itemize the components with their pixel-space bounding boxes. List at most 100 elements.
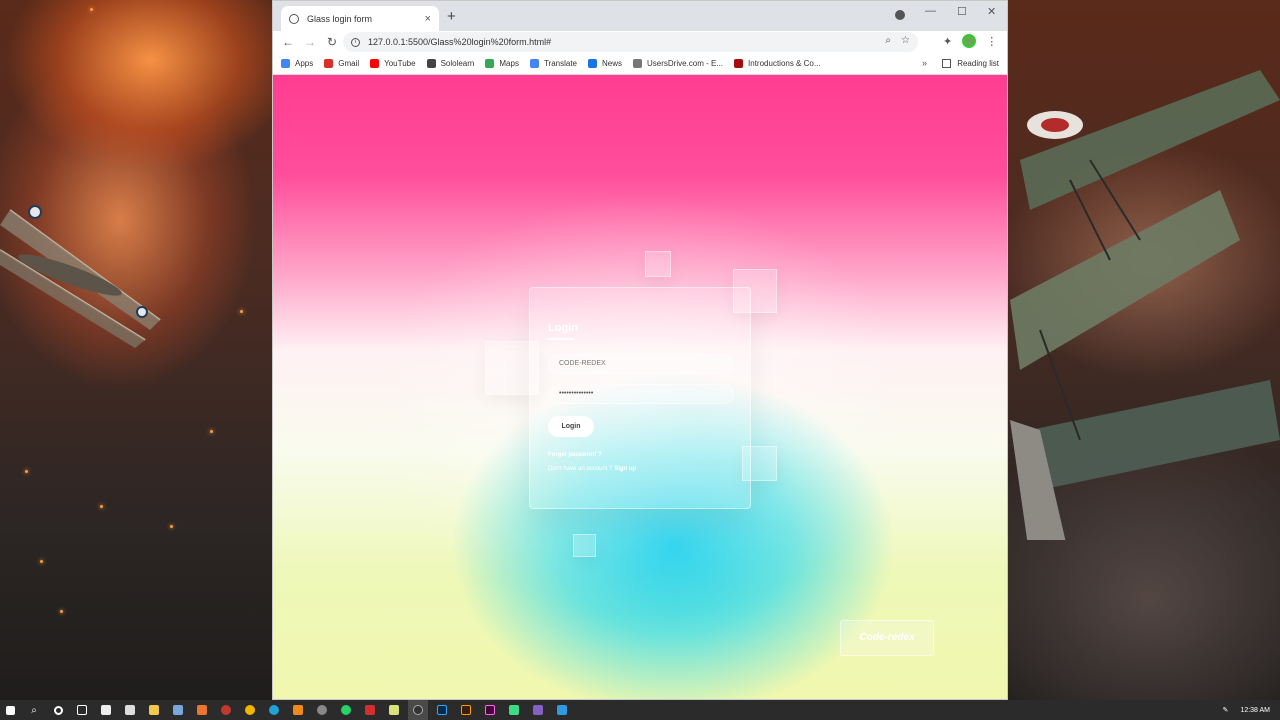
username-input[interactable]: CODE-REDEX: [548, 354, 734, 374]
bookmark-favicon-icon: [588, 59, 597, 68]
globe-icon: [289, 13, 299, 24]
bookmarks-overflow-icon[interactable]: »: [922, 58, 927, 68]
login-title: Login: [548, 322, 578, 334]
bookmark-favicon-icon: [370, 59, 380, 68]
notepad-icon[interactable]: [384, 700, 404, 720]
close-tab-icon[interactable]: ×: [425, 13, 431, 25]
menu-kebab-icon[interactable]: ⋮: [986, 35, 997, 48]
close-window-button[interactable]: ✕: [987, 5, 996, 18]
bookmark-item[interactable]: Gmail: [324, 59, 359, 68]
bookmark-label: News: [602, 59, 623, 68]
biplane-left-image: [0, 205, 161, 348]
bookmark-label: UsersDrive.com - E...: [647, 59, 724, 68]
password-input[interactable]: ••••••••••••••: [548, 384, 734, 404]
browser-window: Glass login form × + — ☐ ✕ ← → ↻ i 127.0…: [272, 0, 1008, 700]
vscode-icon[interactable]: [552, 700, 572, 720]
minimize-button[interactable]: —: [925, 5, 936, 17]
obs-icon[interactable]: [312, 700, 332, 720]
vlc-icon[interactable]: [288, 700, 308, 720]
tab-strip: Glass login form × + — ☐ ✕: [273, 1, 1007, 31]
bookmark-label: Introductions & Co...: [748, 59, 821, 68]
clock-time[interactable]: 12:38 AM: [1240, 707, 1270, 714]
reload-icon[interactable]: ↻: [321, 35, 343, 49]
bookmark-item[interactable]: Introductions & Co...: [734, 59, 821, 68]
cortana-icon[interactable]: [48, 700, 68, 720]
mail-icon[interactable]: [120, 700, 140, 720]
task-view-icon[interactable]: [72, 700, 92, 720]
new-tab-button[interactable]: +: [447, 8, 456, 25]
biplane-right-image: [1010, 70, 1280, 540]
tab-title: Glass login form: [307, 13, 373, 24]
bookmark-item[interactable]: UsersDrive.com - E...: [633, 59, 723, 68]
forward-arrow-icon[interactable]: →: [299, 35, 321, 49]
maximize-button[interactable]: ☐: [957, 5, 967, 18]
bookmark-favicon-icon: [633, 59, 643, 68]
title-underline: [548, 338, 574, 340]
store-icon[interactable]: [96, 700, 116, 720]
signup-prompt-text: Don't have an account ?: [548, 466, 613, 472]
windows-taskbar: ⌕ ✎ 12:38 AM: [0, 700, 1280, 720]
bookmark-label: Maps: [499, 59, 519, 68]
site-info-icon[interactable]: i: [351, 37, 360, 47]
bookmark-label: Apps: [295, 59, 314, 68]
forgot-password-link[interactable]: Forget password ?: [548, 452, 602, 458]
bookmark-item[interactable]: Translate: [529, 59, 577, 68]
brand-watermark: Code-redex: [840, 620, 934, 656]
signup-link[interactable]: Sign up: [614, 466, 636, 472]
login-card: Login CODE-REDEX •••••••••••••• Login Fo…: [529, 287, 751, 509]
ember-dot: [100, 505, 103, 508]
visual-studio-icon[interactable]: [528, 700, 548, 720]
bookmark-item[interactable]: Sololearn: [426, 59, 475, 68]
bookmark-item[interactable]: YouTube: [370, 59, 416, 68]
ember-dot: [25, 470, 28, 473]
profile-avatar[interactable]: [962, 34, 977, 48]
illustrator-icon[interactable]: [456, 700, 476, 720]
url-text: 127.0.0.1:5500/Glass%20login%20form.html…: [368, 37, 552, 47]
chrome-icon[interactable]: [240, 700, 260, 720]
ember-dot: [40, 560, 43, 563]
edge-icon[interactable]: [264, 700, 284, 720]
app-orange-icon[interactable]: [192, 700, 212, 720]
app-red-icon[interactable]: [216, 700, 236, 720]
photoshop-icon[interactable]: [432, 700, 452, 720]
whatsapp-icon[interactable]: [336, 700, 356, 720]
reading-list-label: Reading list: [957, 59, 999, 68]
chrome-active-icon[interactable]: [408, 700, 428, 720]
address-bar[interactable]: i 127.0.0.1:5500/Glass%20login%20form.ht…: [343, 32, 918, 52]
bookmark-label: Sololearn: [440, 59, 475, 68]
bookmark-item[interactable]: Maps: [485, 59, 519, 68]
bookmark-favicon-icon: [426, 59, 436, 68]
extensions-puzzle-icon[interactable]: ✦: [943, 35, 952, 48]
xd-icon[interactable]: [480, 700, 500, 720]
bookmark-label: Translate: [543, 59, 577, 68]
ember-dot: [170, 525, 173, 528]
bookmark-favicon-icon: [324, 59, 334, 68]
bookmarks-bar: Apps Gmail YouTube Sololearn Maps Translate Ne…: [273, 53, 1007, 75]
start-windows-icon[interactable]: [0, 700, 20, 720]
android-studio-icon[interactable]: [504, 700, 524, 720]
system-tray: ✎ 12:38 AM: [1223, 700, 1270, 720]
glass-square-decoration: [645, 251, 671, 277]
bookmark-item[interactable]: News: [588, 59, 622, 68]
bookmark-label: YouTube: [384, 59, 416, 68]
back-arrow-icon[interactable]: ←: [277, 35, 299, 49]
bookmark-label: Gmail: [338, 59, 360, 68]
glass-square-decoration: [573, 534, 596, 557]
ember-dot: [90, 8, 93, 11]
bookmark-star-icon[interactable]: ☆: [901, 35, 910, 46]
calculator-icon[interactable]: [168, 700, 188, 720]
ember-dot: [210, 430, 213, 433]
login-button[interactable]: Login: [548, 416, 594, 437]
tab-glass-login-form[interactable]: Glass login form ×: [281, 6, 439, 31]
zoom-icon[interactable]: ⌕: [885, 35, 891, 46]
search-icon[interactable]: ⌕: [24, 700, 44, 720]
file-explorer-icon[interactable]: [144, 700, 164, 720]
acrobat-icon[interactable]: [360, 700, 380, 720]
bookmark-favicon-icon: [734, 59, 744, 68]
ember-dot: [240, 310, 243, 313]
pen-icon[interactable]: ✎: [1223, 706, 1229, 714]
reading-list-button[interactable]: Reading list: [942, 59, 999, 68]
bookmark-favicon-icon: [485, 59, 495, 68]
profile-dropdown-icon[interactable]: [895, 10, 905, 20]
bookmark-item[interactable]: Apps: [281, 59, 313, 68]
